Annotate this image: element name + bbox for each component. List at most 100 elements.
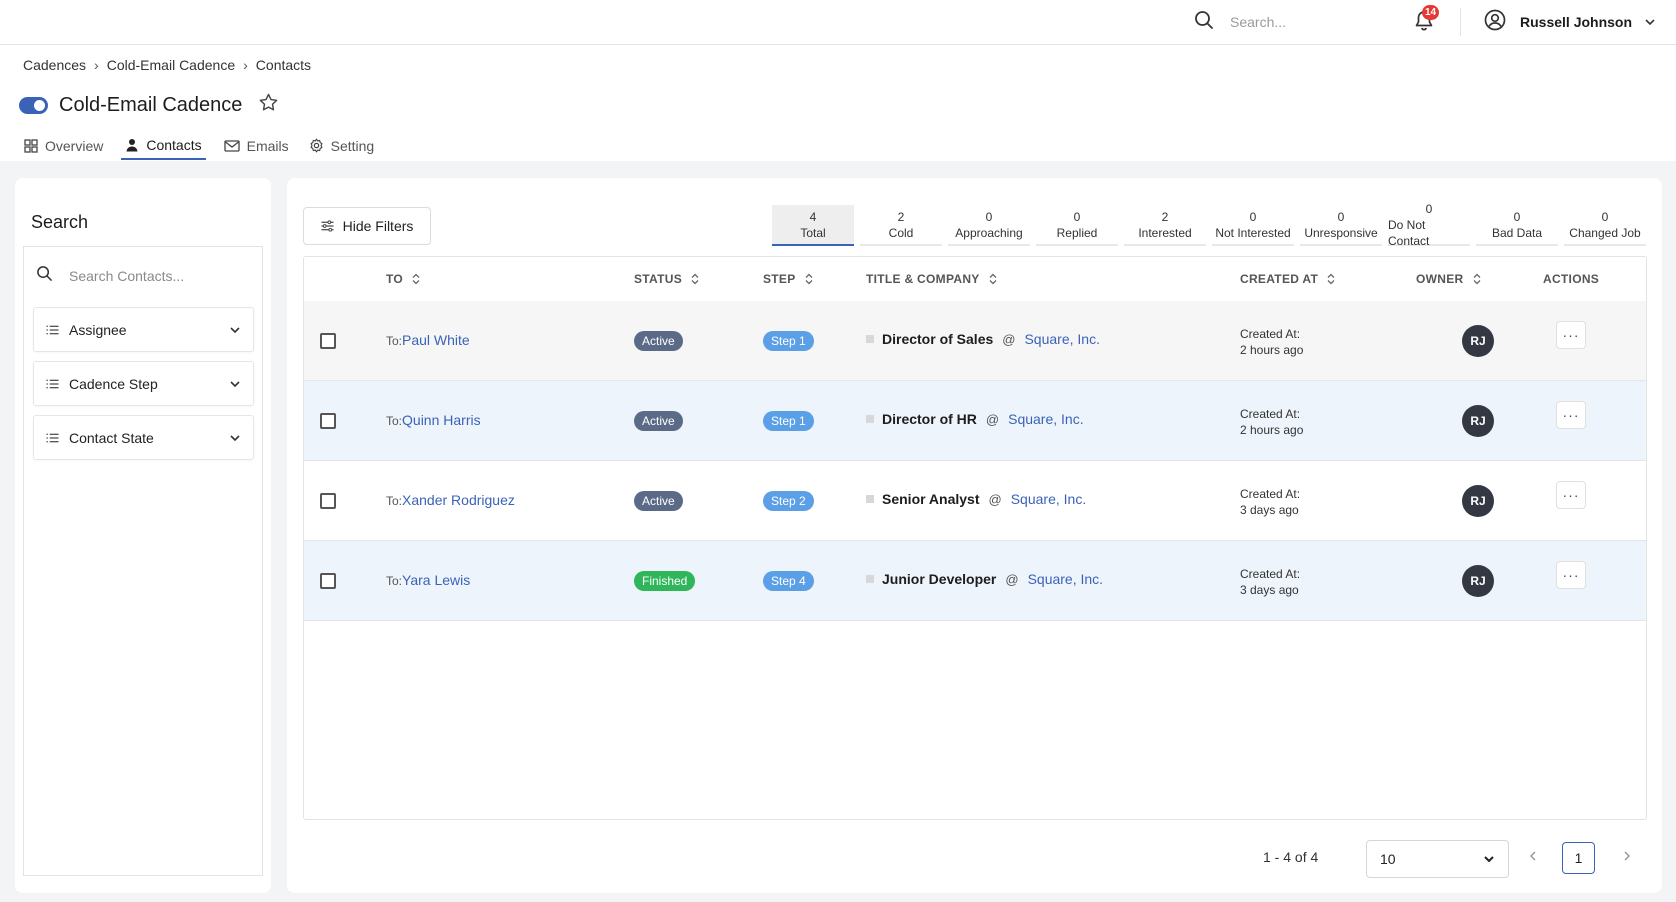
state-tab-total[interactable]: 4 Total — [772, 205, 854, 246]
created-at: Created At: 3 days ago — [1240, 566, 1300, 598]
state-tab-do-not-contact[interactable]: 0 Do Not Contact — [1388, 202, 1470, 248]
hide-filters-label: Hide Filters — [342, 218, 414, 234]
ellipsis-icon: ··· — [1562, 327, 1580, 343]
state-label: Interested — [1138, 225, 1192, 240]
table-row[interactable]: To:Xander Rodriguez Active Step 2 Senior… — [304, 461, 1646, 541]
created-at: Created At: 3 days ago — [1240, 486, 1300, 518]
state-count: 2 — [897, 209, 905, 224]
created-value: 2 hours ago — [1240, 423, 1304, 437]
chevron-left-icon — [1529, 851, 1536, 861]
more-actions-button[interactable]: ··· — [1556, 561, 1586, 589]
chevron-right-icon: › — [94, 57, 99, 73]
tab-setting[interactable]: Setting — [307, 131, 377, 160]
state-tab-replied[interactable]: 0 Replied — [1036, 205, 1118, 246]
job-title: Senior Analyst — [882, 491, 980, 507]
contact-name-link[interactable]: Paul White — [402, 332, 470, 348]
state-tab-unresponsive[interactable]: 0 Unresponsive — [1300, 205, 1382, 246]
more-actions-button[interactable]: ··· — [1556, 321, 1586, 349]
contact-name-link[interactable]: Yara Lewis — [402, 572, 470, 588]
row-checkbox[interactable] — [320, 333, 336, 349]
to-prefix: To: — [386, 494, 403, 508]
to-prefix: To: — [386, 574, 403, 588]
row-checkbox[interactable] — [320, 413, 336, 429]
table-row[interactable]: To:Paul White Active Step 1 Director of … — [304, 301, 1646, 381]
column-header-step[interactable]: STEP — [763, 272, 813, 286]
state-count: 0 — [1073, 209, 1081, 224]
breadcrumb-item-cadences[interactable]: Cadences — [23, 57, 86, 73]
list-icon — [46, 433, 59, 442]
contact-name-link[interactable]: Xander Rodriguez — [402, 492, 515, 508]
state-tab-bad-data[interactable]: 0 Bad Data — [1476, 205, 1558, 246]
chevron-down-icon — [230, 326, 240, 333]
to-prefix: To: — [386, 334, 403, 348]
ellipsis-icon: ··· — [1562, 487, 1580, 503]
job-title: Junior Developer — [882, 571, 997, 587]
created-value: 2 hours ago — [1240, 343, 1304, 357]
sort-icon — [691, 273, 699, 285]
title-company: Junior Developer @ Square, Inc. — [866, 571, 1103, 587]
filter-cadence-step[interactable]: Cadence Step — [33, 361, 254, 406]
company-link[interactable]: Square, Inc. — [1008, 411, 1084, 427]
page-button-current[interactable]: 1 — [1562, 842, 1595, 874]
contact-search[interactable] — [36, 265, 239, 287]
table-row[interactable]: To:Quinn Harris Active Step 1 Director o… — [304, 381, 1646, 461]
at-symbol: @ — [1005, 571, 1019, 587]
more-actions-button[interactable]: ··· — [1556, 401, 1586, 429]
company-link[interactable]: Square, Inc. — [1011, 491, 1087, 507]
hide-filters-button[interactable]: Hide Filters — [303, 207, 431, 245]
filter-assignee[interactable]: Assignee — [33, 307, 254, 352]
row-checkbox[interactable] — [320, 493, 336, 509]
table-row[interactable]: To:Yara Lewis Finished Step 4 Junior Dev… — [304, 541, 1646, 621]
tab-emails[interactable]: Emails — [222, 131, 291, 160]
filter-heading: Search — [31, 212, 89, 232]
column-header-status[interactable]: STATUS — [634, 272, 699, 286]
company-link[interactable]: Square, Inc. — [1028, 571, 1104, 587]
cadence-active-toggle[interactable] — [19, 96, 48, 114]
table-header: TO STATUS STEP TITLE & COMPANY CREATED A… — [304, 257, 1646, 301]
state-label: Changed Job — [1569, 225, 1641, 240]
filter-contact-state[interactable]: Contact State — [33, 415, 254, 460]
chevron-down-icon — [1484, 856, 1494, 863]
created-at: Created At: 2 hours ago — [1240, 406, 1303, 438]
row-checkbox[interactable] — [320, 573, 336, 589]
state-tab-changed-job[interactable]: 0 Changed Job — [1564, 205, 1646, 246]
star-icon[interactable] — [258, 92, 279, 118]
sort-icon — [1473, 273, 1480, 285]
rows-per-page-select[interactable]: 10 — [1366, 840, 1509, 878]
user-menu[interactable]: Russell Johnson — [1484, 9, 1656, 35]
contact-name-link[interactable]: Quinn Harris — [402, 412, 481, 428]
company-link[interactable]: Square, Inc. — [1024, 331, 1100, 347]
chevron-down-icon — [230, 380, 240, 387]
tab-overview[interactable]: Overview — [22, 131, 105, 160]
state-tab-cold[interactable]: 2 Cold — [860, 205, 942, 246]
state-tab-not-interested[interactable]: 0 Not Interested — [1212, 205, 1294, 246]
state-tab-interested[interactable]: 2 Interested — [1124, 205, 1206, 246]
breadcrumb-item-cadence[interactable]: Cold-Email Cadence — [107, 57, 235, 73]
next-page-button[interactable] — [1621, 849, 1633, 867]
notification-count-badge: 14 — [1422, 5, 1440, 20]
filter-label: Assignee — [69, 321, 127, 338]
search-icon — [1194, 10, 1214, 35]
filter-label: Cadence Step — [69, 375, 158, 392]
previous-page-button[interactable] — [1527, 849, 1539, 867]
more-actions-button[interactable]: ··· — [1556, 481, 1586, 509]
contact-search-input[interactable] — [69, 268, 239, 284]
column-header-owner[interactable]: OWNER — [1416, 272, 1481, 286]
created-label: Created At: — [1240, 327, 1301, 341]
sort-icon — [989, 273, 997, 285]
state-label: Bad Data — [1491, 225, 1543, 240]
state-label: Unresponsive — [1304, 225, 1378, 240]
column-label: CREATED AT — [1240, 272, 1319, 286]
column-header-to[interactable]: TO — [386, 272, 420, 286]
column-header-created-at[interactable]: CREATED AT — [1240, 272, 1335, 286]
state-count: 0 — [1249, 209, 1257, 224]
breadcrumb: Cadences › Cold-Email Cadence › Contacts — [23, 57, 311, 73]
column-header-title-company[interactable]: TITLE & COMPANY — [866, 272, 997, 286]
state-tab-approaching[interactable]: 0 Approaching — [948, 205, 1030, 246]
top-bar: 14 Russell Johnson — [0, 0, 1676, 45]
global-search-input[interactable] — [1230, 14, 1380, 30]
tab-contacts[interactable]: Contacts — [121, 131, 206, 160]
global-search[interactable] — [1194, 9, 1380, 35]
created-value: 3 days ago — [1240, 503, 1299, 517]
state-tabs: 4 Total 2 Cold 0 Approaching 0 Replied 2 Inte… — [772, 202, 1646, 248]
